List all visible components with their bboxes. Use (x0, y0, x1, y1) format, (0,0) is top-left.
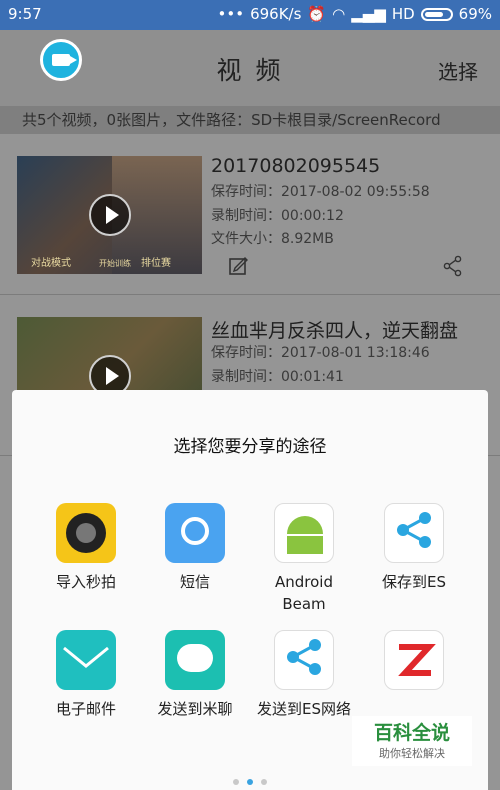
email-icon (56, 630, 116, 690)
app-header: 视 频 选择 (0, 30, 500, 106)
share-option-label: 保存到ES (382, 573, 446, 591)
play-icon[interactable] (89, 194, 131, 236)
record-time: 录制时间：00:00:12 (211, 208, 344, 224)
share-option-label: 导入秒拍 (55, 573, 116, 591)
share-option-label: 短信 (179, 573, 210, 591)
page-dot-active (247, 779, 253, 785)
share-icon[interactable] (442, 255, 464, 277)
share-option-save-es[interactable]: 保存到ES (359, 503, 469, 593)
video-name: 20170802095545 (211, 155, 381, 177)
edit-icon[interactable] (228, 255, 250, 277)
page-indicator (12, 770, 488, 789)
share-option-label: 发送到米聊 (157, 700, 233, 718)
battery-level: 69% (458, 5, 492, 23)
share-option-zapya[interactable] (359, 630, 469, 698)
status-icons: ••• 696K/s ⏰ ◠ ▂▄▆ HD 69% (218, 5, 492, 23)
watermark-title: 百科全说 (373, 722, 450, 744)
status-time: 9:57 (8, 5, 42, 23)
sms-icon (165, 503, 225, 563)
share-option-es-network[interactable]: 发送到ES网络 (249, 630, 359, 720)
save-time: 保存时间：2017-08-02 09:55:58 (211, 184, 430, 200)
video-thumbnail[interactable]: 对战模式 开始训练 排位赛 (17, 156, 202, 274)
record-time: 录制时间：00:01:41 (211, 369, 344, 385)
share-option-email[interactable]: 电子邮件 (31, 630, 141, 720)
miaopai-icon (56, 503, 116, 563)
zapya-icon (384, 630, 444, 690)
file-size: 文件大小：8.92MB (211, 231, 334, 247)
miliao-icon (165, 630, 225, 690)
share-option-label: 发送到ES网络 (257, 700, 351, 718)
select-button[interactable]: 选择 (438, 56, 478, 85)
share-option-miaopai[interactable]: 导入秒拍 (31, 503, 141, 593)
page-dot (261, 779, 267, 785)
es-share-icon (384, 503, 444, 563)
share-option-label: Android Beam (275, 573, 333, 613)
video-name: 丝血芈月反杀四人，逆天翻盘 (211, 320, 459, 342)
share-option-android-beam[interactable]: Android Beam (249, 503, 359, 615)
watermark: 百科全说 助你轻松解决 (352, 716, 472, 766)
thumb-label: 排位赛 (141, 258, 171, 269)
page-title: 视 频 (216, 56, 284, 85)
android-beam-icon (274, 503, 334, 563)
battery-icon (420, 7, 453, 21)
save-time: 保存时间：2017-08-01 13:18:46 (211, 345, 430, 361)
video-item[interactable]: 对战模式 开始训练 排位赛 20170802095545 保存时间：2017-0… (0, 134, 500, 295)
signal-icon: ▂▄▆ (351, 5, 386, 23)
share-option-miliao[interactable]: 发送到米聊 (140, 630, 250, 720)
net-speed: 696K/s (250, 5, 302, 23)
alarm-icon: ⏰ (307, 5, 327, 23)
share-option-sms[interactable]: 短信 (140, 503, 250, 593)
more-dots-icon: ••• (217, 5, 245, 23)
share-title: 选择您要分享的途径 (173, 437, 327, 457)
wifi-icon: ◠ (332, 5, 346, 23)
thumb-label: 开始训练 (99, 259, 131, 268)
es-network-icon (274, 630, 334, 690)
network-type: HD (391, 5, 415, 23)
status-bar: 9:57 ••• 696K/s ⏰ ◠ ▂▄▆ HD 69% (0, 0, 500, 30)
watermark-subtitle: 助你轻松解决 (379, 747, 445, 760)
info-bar: 共5个视频，0张图片，文件路径：SD卡根目录/ScreenRecord (0, 106, 500, 134)
share-option-label: 电子邮件 (55, 700, 116, 718)
page-dot (233, 779, 239, 785)
thumb-label: 对战模式 (31, 258, 71, 269)
